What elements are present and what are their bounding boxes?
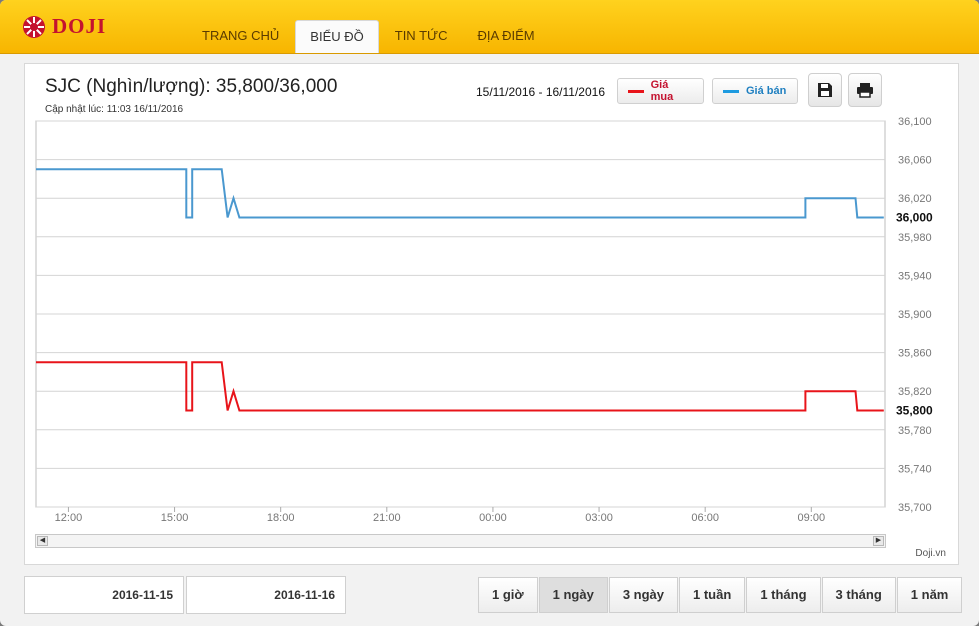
- x-tick-label: 12:00: [55, 512, 83, 524]
- y-tick-label: 35,740: [898, 463, 932, 475]
- x-tick-label: 21:00: [373, 512, 401, 524]
- chart-panel: SJC (Nghìn/lượng): 35,800/36,000 Cập nhậ…: [24, 63, 959, 565]
- date-to-field[interactable]: 2016-11-16: [186, 576, 346, 614]
- y-tick-label: 35,980: [898, 232, 932, 244]
- y-tick-label: 35,900: [898, 309, 932, 321]
- period-1-year[interactable]: 1 năm: [896, 577, 963, 613]
- top-bar: DOJI TRANG CHỦ BIỂU ĐỒ TIN TỨC ĐỊA ĐIỂM: [0, 0, 979, 54]
- nav-locations[interactable]: ĐỊA ĐIỂM: [464, 20, 549, 53]
- y-tick-label: 35,860: [898, 348, 932, 360]
- x-tick-label: 00:00: [479, 512, 507, 524]
- y-tick-label: 36,020: [898, 193, 932, 205]
- doji-logo[interactable]: DOJI: [22, 14, 106, 39]
- period-1-week[interactable]: 1 tuần: [679, 577, 746, 613]
- chart-scrollbar[interactable]: ◀ ▶: [35, 534, 886, 548]
- x-tick-label: 06:00: [691, 512, 719, 524]
- y-tick-label: 35,700: [898, 502, 932, 514]
- last-value-label: 36,000: [896, 211, 933, 225]
- date-from-field[interactable]: 2016-11-15: [24, 576, 184, 614]
- x-tick-label: 15:00: [161, 512, 189, 524]
- period-selector: 1 giờ 1 ngày 3 ngày 1 tuần 1 tháng 3 thá…: [478, 577, 963, 613]
- y-tick-label: 36,060: [898, 155, 932, 167]
- scroll-right-icon[interactable]: ▶: [873, 536, 884, 546]
- period-3-months[interactable]: 3 tháng: [821, 577, 896, 613]
- nav-news[interactable]: TIN TỨC: [381, 20, 462, 53]
- nav-chart[interactable]: BIỂU ĐỒ: [295, 20, 379, 53]
- x-tick-label: 09:00: [798, 512, 826, 524]
- app-window: DOJI TRANG CHỦ BIỂU ĐỒ TIN TỨC ĐỊA ĐIỂM …: [0, 0, 979, 626]
- nav-home[interactable]: TRANG CHỦ: [188, 20, 293, 53]
- scroll-left-icon[interactable]: ◀: [37, 536, 48, 546]
- main-nav: TRANG CHỦ BIỂU ĐỒ TIN TỨC ĐỊA ĐIỂM: [188, 20, 551, 53]
- period-1-hour[interactable]: 1 giờ: [478, 577, 538, 613]
- period-1-month[interactable]: 1 tháng: [746, 577, 821, 613]
- x-tick-label: 18:00: [267, 512, 295, 524]
- period-3-days[interactable]: 3 ngày: [608, 577, 679, 613]
- y-tick-label: 35,940: [898, 270, 932, 282]
- period-1-day[interactable]: 1 ngày: [538, 577, 608, 613]
- price-chart: 36,100 36,060 36,020 35,980 35,940 35,900 35,8…: [35, 116, 933, 524]
- y-tick-label: 35,820: [898, 386, 932, 398]
- x-tick-label: 03:00: [585, 512, 613, 524]
- last-value-label: 35,800: [896, 404, 933, 418]
- credit-text: Doji.vn: [915, 548, 946, 559]
- brand-name: DOJI: [52, 14, 107, 38]
- y-tick-label: 36,100: [898, 116, 932, 128]
- doji-logo-icon: [23, 15, 45, 38]
- y-tick-label: 35,780: [898, 425, 932, 437]
